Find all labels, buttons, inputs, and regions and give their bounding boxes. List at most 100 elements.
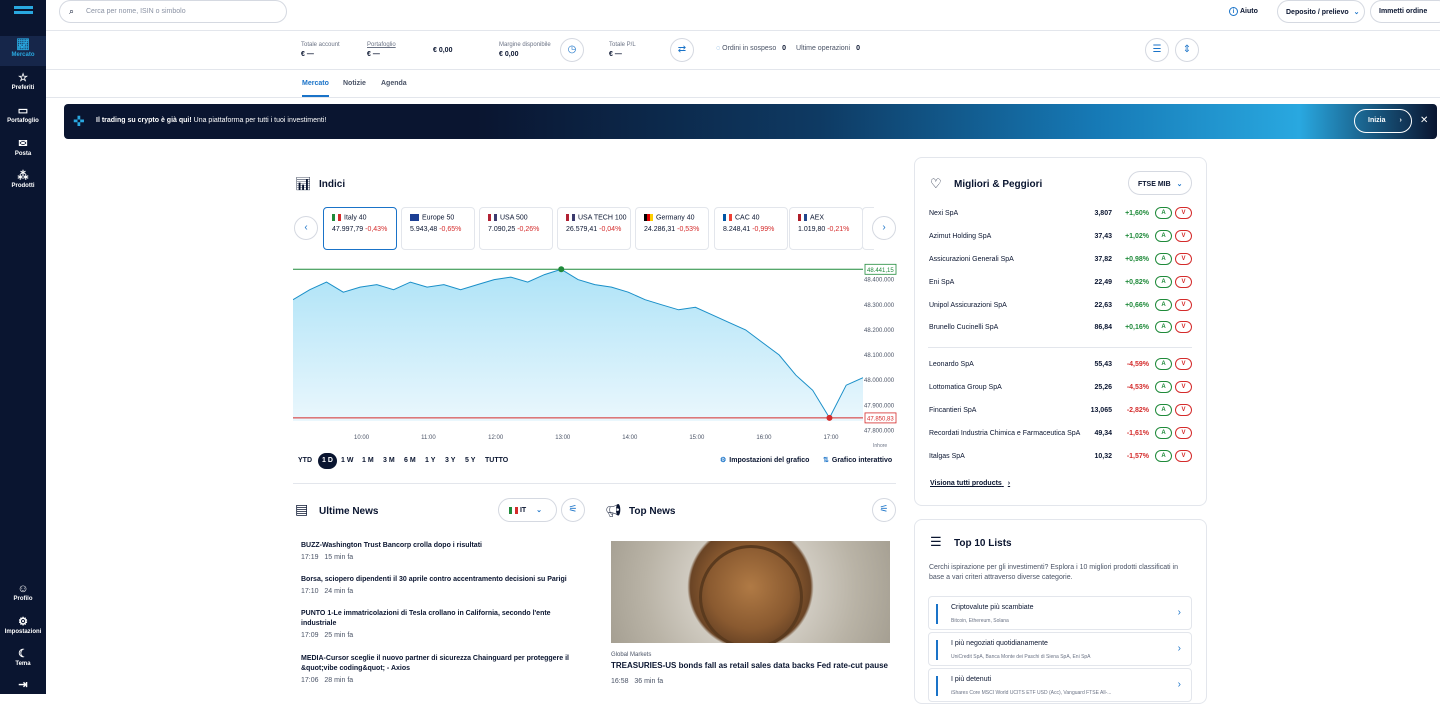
- chevron-down-icon: ⌄: [1353, 9, 1360, 16]
- mover-row[interactable]: Italgas SpA 10,32 -1,57% A V: [928, 450, 1193, 464]
- index-card[interactable]: AEX 1.019,80 -0,21%: [789, 207, 863, 250]
- top10-list-item[interactable]: Criptovalute più scambiate Bitcoin, Ether…: [928, 596, 1192, 630]
- next-button[interactable]: ›: [872, 216, 896, 240]
- chart-settings-button[interactable]: ⚙ Impostazioni del grafico: [720, 453, 809, 469]
- sidebar: 📈︎ Mercato ☆ Preferiti ▭ Portafoglio ✉ P…: [0, 0, 46, 694]
- sell-button[interactable]: V: [1175, 207, 1192, 219]
- mover-row[interactable]: Unipol Assicurazioni SpA 22,63 +0,66% A V: [928, 299, 1193, 313]
- interactive-chart-button[interactable]: ⇅ Grafico interattivo: [823, 453, 892, 469]
- expand-button[interactable]: ⇕: [1175, 38, 1199, 62]
- language-select[interactable]: IT ⌄: [498, 498, 557, 522]
- orders-status[interactable]: ◌ Ordini in sospeso 0 Ultime operazioni …: [716, 45, 860, 52]
- sidebar-item-impostazioni[interactable]: ⚙ Impostazioni: [0, 613, 46, 643]
- sell-button[interactable]: V: [1175, 299, 1192, 311]
- tab-mercato[interactable]: Mercato: [302, 80, 329, 97]
- sidebar-item-portafoglio[interactable]: ▭ Portafoglio: [0, 102, 46, 132]
- sell-button[interactable]: V: [1175, 321, 1192, 333]
- mover-row[interactable]: Azimut Holding SpA 37,43 +1,02% A V: [928, 230, 1193, 244]
- buy-button[interactable]: A: [1155, 321, 1172, 333]
- buy-button[interactable]: A: [1155, 450, 1172, 462]
- buy-button[interactable]: A: [1155, 358, 1172, 370]
- period-3m[interactable]: 3 M: [383, 453, 395, 469]
- info-button[interactable]: ◷: [560, 38, 584, 62]
- period-1y[interactable]: 1 Y: [425, 453, 435, 469]
- mover-row[interactable]: Nexi SpA 3,807 +1,60% A V: [928, 207, 1193, 221]
- sidebar-item-profilo[interactable]: ☺ Profilo: [0, 580, 46, 610]
- buy-button[interactable]: A: [1155, 253, 1172, 265]
- sidebar-item-preferiti[interactable]: ☆ Preferiti: [0, 69, 46, 99]
- sidebar-item-mercato[interactable]: 📈︎ Mercato: [0, 36, 46, 66]
- tab-notizie[interactable]: Notizie: [343, 80, 366, 87]
- mover-row[interactable]: Brunello Cucinelli SpA 86,84 +0,16% A V: [928, 321, 1193, 335]
- sidebar-item-prodotti[interactable]: ⁂ Prodotti: [0, 167, 46, 197]
- tab-agenda[interactable]: Agenda: [381, 80, 407, 87]
- period-1d[interactable]: 1 D: [318, 453, 337, 469]
- mover-row[interactable]: Lottomatica Group SpA 25,26 -4,53% A V: [928, 381, 1193, 395]
- news-item[interactable]: PUNTO 1-Le immatricolazioni di Tesla cro…: [301, 609, 581, 639]
- index-chart[interactable]: 48.441,15 47.850,83 48.400.000 48.300.000 48…: [293, 258, 897, 450]
- mover-row[interactable]: Leonardo SpA 55,43 -4,59% A V: [928, 358, 1193, 372]
- deposit-button[interactable]: Deposito / prelievo ⌄: [1277, 0, 1365, 23]
- order-button[interactable]: Immetti ordine: [1370, 0, 1440, 23]
- index-select[interactable]: FTSE MIB ⌄: [1128, 171, 1192, 195]
- sell-button[interactable]: V: [1175, 253, 1192, 265]
- period-1m[interactable]: 1 M: [362, 453, 374, 469]
- sell-button[interactable]: V: [1175, 381, 1192, 393]
- logout-button[interactable]: ⇥: [0, 676, 46, 694]
- sidebar-item-posta[interactable]: ✉ Posta: [0, 135, 46, 165]
- logo[interactable]: [14, 6, 33, 18]
- search-input[interactable]: ⌕ Cerca per nome, ISIN o simbolo: [59, 0, 287, 23]
- index-card[interactable]: CAC 40 8.248,41 -0,99%: [714, 207, 788, 250]
- promo-banner: ✜ Il trading su crypto è già qui! Una pi…: [64, 104, 1437, 139]
- sell-button[interactable]: V: [1175, 358, 1192, 370]
- news-item[interactable]: MEDIA-Cursor sceglie il nuovo partner di…: [301, 654, 581, 684]
- sidebar-item-tema[interactable]: ☾ Tema: [0, 645, 46, 675]
- buy-button[interactable]: A: [1155, 276, 1172, 288]
- mover-row[interactable]: Assicurazioni Generali SpA 37,82 +0,98% A V: [928, 253, 1193, 267]
- index-card[interactable]: USA TECH 100 26.579,41 -0,04%: [557, 207, 631, 250]
- portfolio-label[interactable]: Portafoglio: [367, 42, 396, 48]
- sell-button[interactable]: V: [1175, 230, 1192, 242]
- period-1w[interactable]: 1 W: [341, 453, 353, 469]
- top-news-filter-button[interactable]: ⚟: [872, 498, 896, 522]
- period-5y[interactable]: 5 Y: [465, 453, 475, 469]
- buy-button[interactable]: A: [1155, 381, 1172, 393]
- news-time: 17:06: [301, 677, 319, 684]
- period-6m[interactable]: 6 M: [404, 453, 416, 469]
- period-3y[interactable]: 3 Y: [445, 453, 455, 469]
- mover-row[interactable]: Fincantieri SpA 13,065 -2,82% A V: [928, 404, 1193, 418]
- portfolio-summary[interactable]: Portafoglio € —: [367, 42, 396, 58]
- buy-button[interactable]: A: [1155, 404, 1172, 416]
- news-item[interactable]: Borsa, sciopero dipendenti il 30 aprile …: [301, 575, 581, 595]
- mover-row[interactable]: Eni SpA 22,49 +0,82% A V: [928, 276, 1193, 290]
- top-news-headline[interactable]: TREASURIES-US bonds fall as retail sales…: [611, 661, 901, 670]
- transfer-button[interactable]: ⇄: [670, 38, 694, 62]
- buy-button[interactable]: A: [1155, 207, 1172, 219]
- index-card[interactable]: USA 500 7.090,25 -0,26%: [479, 207, 553, 250]
- prev-button[interactable]: ‹: [294, 216, 318, 240]
- help-link[interactable]: i Aiuto: [1229, 7, 1258, 16]
- portfolio-icon: ▭: [17, 105, 29, 117]
- top10-list-item[interactable]: I più negoziati quotidianamente UniCredit…: [928, 632, 1192, 666]
- index-card[interactable]: Germany 40 24.286,31 -0,53%: [635, 207, 709, 250]
- start-button[interactable]: Inizia ›: [1354, 109, 1412, 133]
- sell-button[interactable]: V: [1175, 450, 1192, 462]
- top-news-image[interactable]: [611, 541, 890, 643]
- mover-row[interactable]: Recordati Industria Chimica e Farmaceuti…: [928, 427, 1193, 441]
- news-item[interactable]: BUZZ-Washington Trust Bancorp crolla dop…: [301, 541, 581, 561]
- sell-button[interactable]: V: [1175, 427, 1192, 439]
- list-view-button[interactable]: ☰: [1145, 38, 1169, 62]
- buy-button[interactable]: A: [1155, 230, 1172, 242]
- buy-button[interactable]: A: [1155, 427, 1172, 439]
- index-card[interactable]: Italy 40 47.997,79 -0,43%: [323, 207, 397, 250]
- period-ytd[interactable]: YTD: [298, 453, 312, 469]
- close-icon[interactable]: ✕: [1420, 115, 1428, 126]
- top10-list-item[interactable]: I più detenuti iShares Core MSCI World UC…: [928, 668, 1192, 702]
- news-filter-button[interactable]: ⚟: [561, 498, 585, 522]
- period-tutto[interactable]: TUTTO: [485, 453, 508, 469]
- index-card[interactable]: Europe 50 5.943,48 -0,65%: [401, 207, 475, 250]
- sell-button[interactable]: V: [1175, 276, 1192, 288]
- sell-button[interactable]: V: [1175, 404, 1192, 416]
- view-all-link[interactable]: Visiona tutti products ›: [930, 480, 1010, 487]
- buy-button[interactable]: A: [1155, 299, 1172, 311]
